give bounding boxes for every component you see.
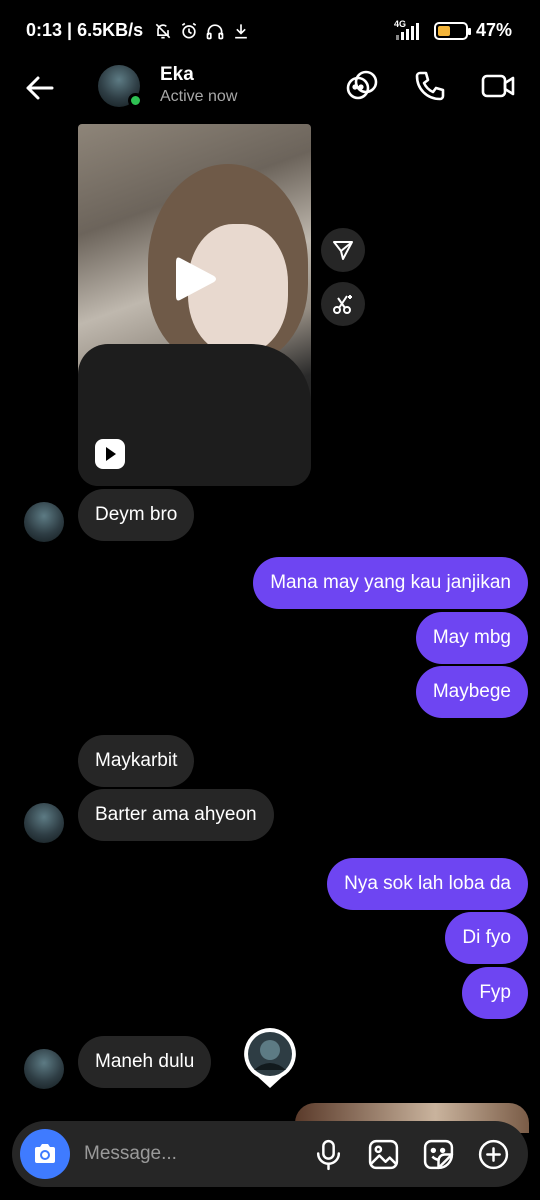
outgoing-message[interactable]: Nya sok lah loba da (327, 858, 528, 910)
back-button[interactable] (20, 68, 60, 108)
sticker-icon[interactable] (422, 1138, 455, 1171)
status-right: 4G 47% (393, 18, 512, 41)
message-composer (12, 1121, 528, 1187)
online-indicator (128, 93, 143, 108)
battery-percent: 47% (475, 20, 512, 40)
back-arrow-icon (26, 76, 54, 100)
reel-icon (95, 439, 125, 469)
incoming-message[interactable]: Maykarbit (78, 735, 195, 787)
plus-icon[interactable] (477, 1138, 510, 1171)
incoming-message[interactable]: Maneh dulu (78, 1036, 212, 1088)
headphones-icon (206, 23, 224, 39)
contact-avatar[interactable] (98, 65, 143, 108)
outgoing-message[interactable]: Mana may yang kau janjikan (253, 557, 528, 609)
camera-button[interactable] (20, 1129, 70, 1179)
network-type: 4G (393, 18, 406, 29)
status-time-speed: 0:13 | 6.5KB/s (26, 20, 144, 40)
share-button[interactable] (321, 228, 365, 272)
remix-button[interactable] (321, 282, 365, 326)
scissors-sparkle-icon (333, 295, 352, 314)
contact-name[interactable]: Eka (160, 64, 194, 86)
status-left: 0:13 | 6.5KB/s (26, 20, 251, 41)
battery-icon (433, 21, 471, 40)
outgoing-message[interactable]: Fyp (462, 967, 528, 1019)
outgoing-message[interactable]: May mbg (415, 612, 528, 664)
status-icons (153, 21, 251, 41)
phone-icon[interactable] (412, 68, 448, 104)
incoming-message[interactable]: Deym bro (78, 489, 195, 541)
status-bar: 0:13 | 6.5KB/s 4G 47% (0, 0, 540, 60)
outgoing-message[interactable]: Di fyo (445, 912, 528, 964)
video-camera-icon[interactable] (480, 68, 516, 104)
mute-bell-icon (155, 23, 171, 38)
seen-indicator-avatar (244, 1028, 296, 1088)
sender-avatar[interactable] (24, 502, 64, 542)
stickers-icon[interactable] (344, 68, 380, 104)
gallery-icon[interactable] (367, 1138, 400, 1171)
chat-header: Eka Active now (0, 60, 540, 116)
download-icon (235, 23, 247, 38)
sender-avatar[interactable] (24, 803, 64, 843)
header-actions (344, 68, 516, 104)
video-message[interactable] (78, 124, 311, 486)
send-icon (333, 241, 353, 260)
contact-status: Active now (160, 88, 238, 105)
camera-icon (35, 1144, 55, 1163)
message-input[interactable] (84, 1137, 294, 1171)
alarm-icon (181, 22, 197, 38)
battery-fill (437, 25, 451, 36)
sender-avatar[interactable] (24, 1049, 64, 1089)
play-icon[interactable] (174, 254, 218, 304)
microphone-icon[interactable] (312, 1138, 345, 1171)
signal-icon: 4G (393, 18, 426, 41)
composer-actions (312, 1138, 510, 1171)
outgoing-message[interactable]: Maybege (415, 666, 528, 718)
incoming-message[interactable]: Barter ama ahyeon (78, 789, 274, 841)
